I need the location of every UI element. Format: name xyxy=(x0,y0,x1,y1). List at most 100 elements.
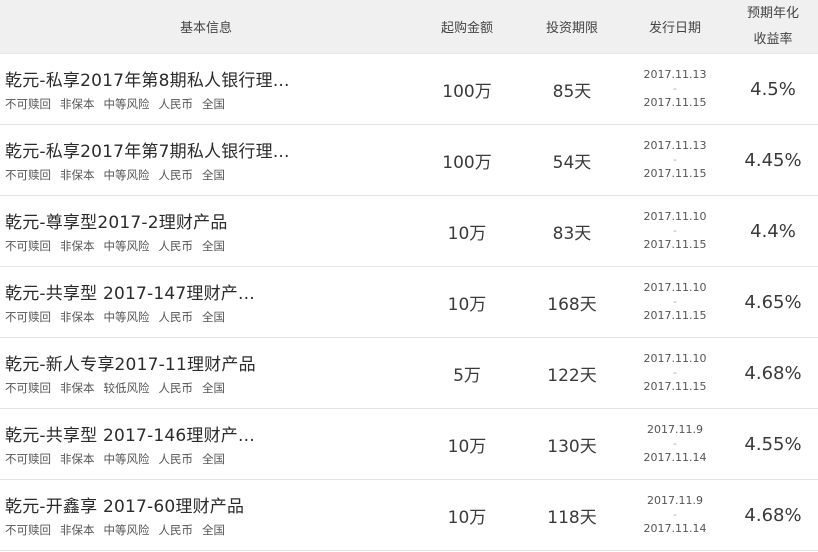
tag: 非保本 xyxy=(60,168,95,182)
tag: 不可赎回 xyxy=(5,310,51,324)
issue-date-end: 2017.11.15 xyxy=(643,309,707,322)
tag: 全国 xyxy=(202,523,225,537)
product-table: 基本信息 起购金额 投资期限 发行日期 预期年化 收益率 乾元-私享2017年第… xyxy=(0,0,818,552)
product-info: 乾元-私享2017年第7期私人银行理... 不可赎回 非保本 中等风险 人民币 全国 xyxy=(0,125,412,195)
issue-date: 2017.11.9 - 2017.11.14 xyxy=(622,423,728,465)
tag: 不可赎回 xyxy=(5,97,51,111)
issue-date-sep: - xyxy=(673,508,677,521)
issue-date-sep: - xyxy=(673,82,677,95)
expected-yield: 4.68% xyxy=(744,362,802,384)
tag: 中等风险 xyxy=(103,239,150,253)
table-header: 基本信息 起购金额 投资期限 发行日期 预期年化 收益率 xyxy=(0,0,818,54)
tag: 全国 xyxy=(202,168,225,182)
tag: 人民币 xyxy=(158,452,194,466)
product-info: 乾元-共享型 2017-146理财产... 不可赎回 非保本 中等风险 人民币 全国 xyxy=(0,409,412,479)
invest-period: 83天 xyxy=(552,223,592,244)
tag: 非保本 xyxy=(60,381,95,395)
expected-yield: 4.68% xyxy=(744,504,802,526)
expected-yield: 4.45% xyxy=(744,149,802,171)
tag: 非保本 xyxy=(60,523,95,537)
min-amount: 10万 xyxy=(447,223,487,244)
tag: 不可赎回 xyxy=(5,523,51,537)
min-amount: 5万 xyxy=(453,365,481,386)
table-row[interactable]: 乾元-新人专享2017-11理财产品 不可赎回 非保本 较低风险 人民币 全国 5万 1… xyxy=(0,338,818,409)
issue-date-end: 2017.11.15 xyxy=(643,167,707,180)
tag: 非保本 xyxy=(60,97,95,111)
expected-yield: 4.65% xyxy=(744,291,802,313)
table-row[interactable]: 乾元-共享型 2017-146理财产... 不可赎回 非保本 中等风险 人民币 全国 1… xyxy=(0,409,818,480)
issue-date-sep: - xyxy=(673,153,677,166)
product-info: 乾元-私享2017年第8期私人银行理... 不可赎回 非保本 中等风险 人民币 全国 xyxy=(0,54,412,124)
product-info: 乾元-尊享型2017-2理财产品 不可赎回 非保本 中等风险 人民币 全国 xyxy=(0,196,412,266)
tag: 非保本 xyxy=(60,310,95,324)
tag: 人民币 xyxy=(158,239,194,253)
issue-date-start: 2017.11.10 xyxy=(643,352,707,365)
tag: 人民币 xyxy=(158,97,194,111)
issue-date: 2017.11.9 - 2017.11.14 xyxy=(622,494,728,536)
header-rate-line1: 预期年化 xyxy=(746,5,799,21)
invest-period: 122天 xyxy=(547,365,597,386)
issue-date-sep: - xyxy=(673,224,677,237)
issue-date-end: 2017.11.15 xyxy=(643,380,707,393)
table-row[interactable]: 乾元-私享2017年第7期私人银行理... 不可赎回 非保本 中等风险 人民币 全国 1… xyxy=(0,125,818,196)
tag: 不可赎回 xyxy=(5,452,51,466)
tag: 人民币 xyxy=(158,523,194,537)
invest-period: 130天 xyxy=(547,436,597,457)
issue-date: 2017.11.13 - 2017.11.15 xyxy=(622,139,728,181)
product-tags: 不可赎回 非保本 中等风险 人民币 全国 xyxy=(5,96,234,112)
tag: 中等风险 xyxy=(103,168,150,182)
tag: 全国 xyxy=(202,97,225,111)
header-date: 发行日期 xyxy=(648,21,701,36)
product-info: 乾元-共享型 2017-147理财产... 不可赎回 非保本 中等风险 人民币 全国 xyxy=(0,267,412,337)
tag: 中等风险 xyxy=(103,452,150,466)
issue-date-start: 2017.11.10 xyxy=(643,210,707,223)
product-name[interactable]: 乾元-共享型 2017-146理财产... xyxy=(5,421,255,446)
table-row[interactable]: 乾元-尊享型2017-2理财产品 不可赎回 非保本 中等风险 人民币 全国 10万 83… xyxy=(0,196,818,267)
product-name[interactable]: 乾元-私享2017年第8期私人银行理... xyxy=(5,66,290,91)
issue-date-end: 2017.11.14 xyxy=(643,522,707,535)
invest-period: 168天 xyxy=(547,294,597,315)
expected-yield: 4.4% xyxy=(750,220,796,242)
invest-period: 118天 xyxy=(547,507,597,528)
tag: 中等风险 xyxy=(103,310,150,324)
product-tags: 不可赎回 非保本 中等风险 人民币 全国 xyxy=(5,522,234,538)
tag: 人民币 xyxy=(158,168,194,182)
product-name[interactable]: 乾元-私享2017年第7期私人银行理... xyxy=(5,137,290,162)
product-name[interactable]: 乾元-新人专享2017-11理财产品 xyxy=(5,350,256,375)
issue-date-end: 2017.11.15 xyxy=(643,238,707,251)
issue-date-start: 2017.11.13 xyxy=(643,139,707,152)
table-row[interactable]: 乾元-私享2017年第8期私人银行理... 不可赎回 非保本 中等风险 人民币 全国 1… xyxy=(0,54,818,125)
issue-date: 2017.11.10 - 2017.11.15 xyxy=(622,210,728,252)
issue-date-sep: - xyxy=(673,366,677,379)
min-amount: 100万 xyxy=(442,81,492,102)
tag: 非保本 xyxy=(60,452,95,466)
tag: 全国 xyxy=(202,381,225,395)
min-amount: 10万 xyxy=(447,294,487,315)
tag: 不可赎回 xyxy=(5,381,51,395)
table-row[interactable]: 乾元-开鑫享 2017-60理财产品 不可赎回 非保本 中等风险 人民币 全国 10万 … xyxy=(0,480,818,551)
product-tags: 不可赎回 非保本 中等风险 人民币 全国 xyxy=(5,238,234,254)
header-info: 基本信息 xyxy=(179,21,232,36)
issue-date-start: 2017.11.13 xyxy=(643,68,707,81)
tag: 不可赎回 xyxy=(5,168,51,182)
min-amount: 100万 xyxy=(442,152,492,173)
tag: 中等风险 xyxy=(103,523,150,537)
issue-date-sep: - xyxy=(673,437,677,450)
product-name[interactable]: 乾元-尊享型2017-2理财产品 xyxy=(5,208,228,233)
tag: 人民币 xyxy=(158,310,194,324)
min-amount: 10万 xyxy=(447,436,487,457)
product-name[interactable]: 乾元-开鑫享 2017-60理财产品 xyxy=(5,492,244,517)
table-row[interactable]: 乾元-共享型 2017-147理财产... 不可赎回 非保本 中等风险 人民币 全国 1… xyxy=(0,267,818,338)
header-rate: 预期年化 收益率 xyxy=(728,1,818,53)
tag: 不可赎回 xyxy=(5,239,51,253)
header-rate-line2: 收益率 xyxy=(753,31,793,47)
product-tags: 不可赎回 非保本 中等风险 人民币 全国 xyxy=(5,167,234,183)
product-name[interactable]: 乾元-共享型 2017-147理财产... xyxy=(5,279,255,304)
product-tags: 不可赎回 非保本 较低风险 人民币 全国 xyxy=(5,380,234,396)
tag: 全国 xyxy=(202,239,225,253)
invest-period: 85天 xyxy=(552,81,592,102)
header-period: 投资期限 xyxy=(545,21,598,36)
issue-date: 2017.11.13 - 2017.11.15 xyxy=(622,68,728,110)
product-info: 乾元-新人专享2017-11理财产品 不可赎回 非保本 较低风险 人民币 全国 xyxy=(0,338,412,408)
tag: 人民币 xyxy=(158,381,194,395)
